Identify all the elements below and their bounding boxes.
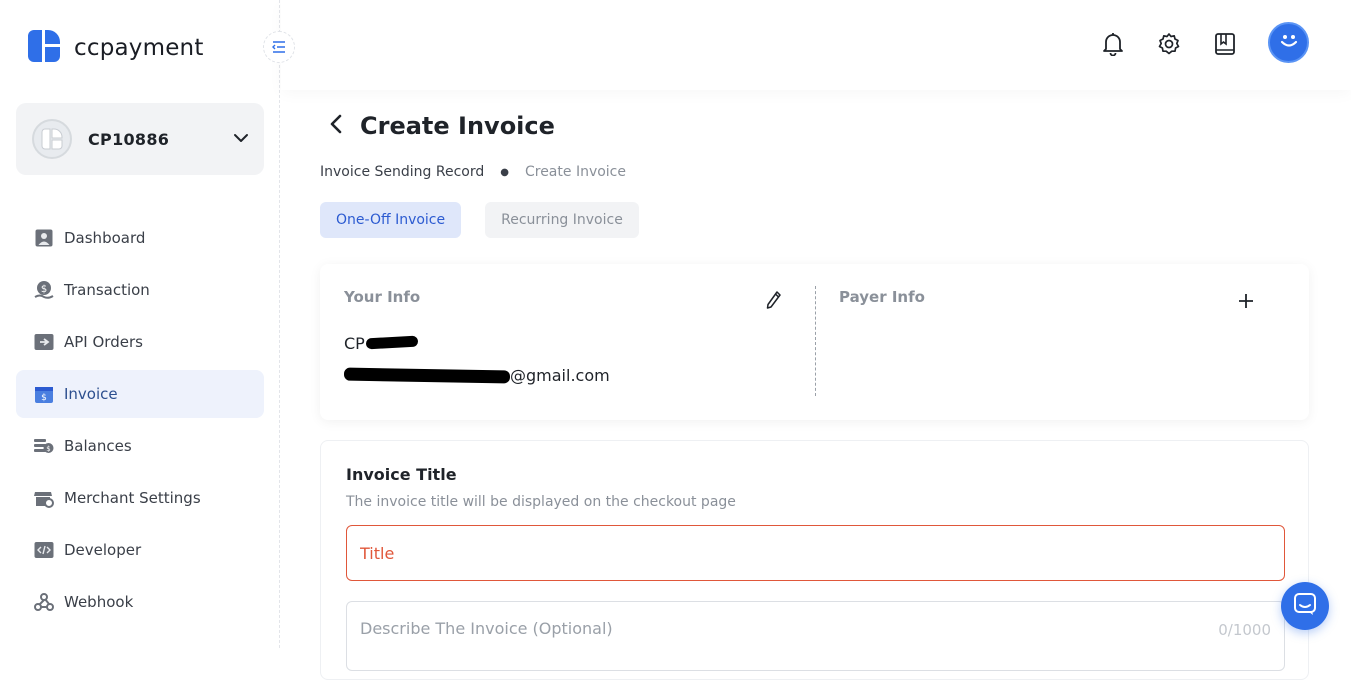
invoice-type-tabs: One-Off Invoice Recurring Invoice <box>320 202 663 238</box>
ccpayment-logo-icon <box>28 30 60 66</box>
dashboard-icon <box>34 228 54 248</box>
description-placeholder: Describe The Invoice (Optional) <box>360 619 613 638</box>
sidebar-collapse-button[interactable] <box>263 31 295 63</box>
info-card: Your Info CP @gmail.com Payer Info <box>320 264 1309 420</box>
breadcrumb: Invoice Sending Record ● Create Invoice <box>320 164 626 180</box>
sidebar-item-developer[interactable]: Developer <box>16 526 264 574</box>
your-info-heading: Your Info <box>344 288 421 306</box>
sidebar-nav: Dashboard $ Transaction API Orders $ Inv… <box>16 214 264 630</box>
redaction-mark <box>343 367 511 384</box>
breadcrumb-separator: ● <box>500 166 509 178</box>
payer-info-heading: Payer Info <box>839 288 925 306</box>
sidebar-item-label: API Orders <box>64 333 143 351</box>
page-header: Create Invoice <box>326 112 555 140</box>
sidebar-item-label: Dashboard <box>64 229 146 247</box>
user-avatar-icon <box>1276 28 1302 58</box>
brand-name: ccpayment <box>74 35 204 61</box>
sidebar-item-label: Merchant Settings <box>64 489 201 507</box>
balances-icon: $ <box>34 436 54 456</box>
invoice-title-card: Invoice Title The invoice title will be … <box>320 440 1309 680</box>
sidebar-item-label: Invoice <box>64 385 118 403</box>
sidebar-item-transaction[interactable]: $ Transaction <box>16 266 264 314</box>
sidebar-item-label: Transaction <box>64 281 150 299</box>
svg-text:$: $ <box>46 445 50 453</box>
user-avatar[interactable] <box>1268 22 1309 63</box>
sidebar-item-balances[interactable]: $ Balances <box>16 422 264 470</box>
breadcrumb-current: Create Invoice <box>524 164 626 180</box>
your-info-email: @gmail.com <box>510 366 610 385</box>
transaction-icon: $ <box>34 280 54 300</box>
sidebar-item-dashboard[interactable]: Dashboard <box>16 214 264 262</box>
sidebar-item-label: Balances <box>64 437 132 455</box>
info-divider <box>815 286 816 396</box>
invoice-title-label: Invoice Title <box>346 465 457 484</box>
description-char-count: 0/1000 <box>1218 621 1271 639</box>
invoice-description-field[interactable]: Describe The Invoice (Optional) 0/1000 <box>346 601 1285 671</box>
sidebar-item-api-orders[interactable]: API Orders <box>16 318 264 366</box>
add-payer-icon[interactable] <box>1238 293 1254 313</box>
support-chat-button[interactable] <box>1281 582 1329 630</box>
book-icon[interactable] <box>1212 30 1238 58</box>
sidebar-item-merchant-settings[interactable]: Merchant Settings <box>16 474 264 522</box>
back-arrow-icon[interactable] <box>326 112 346 140</box>
collapse-icon <box>272 38 286 57</box>
your-info-name: CP <box>344 334 365 353</box>
bell-icon[interactable] <box>1100 30 1126 58</box>
merchant-settings-icon <box>34 488 54 508</box>
chat-icon <box>1293 592 1317 620</box>
invoice-title-input[interactable] <box>346 525 1285 581</box>
sidebar-item-invoice[interactable]: $ Invoice <box>16 370 264 418</box>
sidebar-item-webhook[interactable]: Webhook <box>16 578 264 626</box>
chevron-down-icon[interactable] <box>232 129 250 151</box>
account-avatar <box>32 119 72 159</box>
svg-text:$: $ <box>41 393 47 403</box>
svg-text:$: $ <box>41 284 47 295</box>
webhook-icon <box>34 592 54 612</box>
invoice-title-hint: The invoice title will be displayed on t… <box>346 494 736 510</box>
sidebar-item-label: Webhook <box>64 593 134 611</box>
gear-icon[interactable] <box>1156 30 1182 58</box>
page-title: Create Invoice <box>360 112 555 140</box>
redaction-mark <box>365 335 419 350</box>
developer-icon <box>34 540 54 560</box>
account-id: CP10886 <box>88 129 170 149</box>
invoice-icon: $ <box>34 384 54 404</box>
api-orders-icon <box>34 332 54 352</box>
sidebar: ccpayment CP10886 Dashboard $ Transactio… <box>0 0 280 648</box>
brand-logo[interactable]: ccpayment <box>28 30 204 66</box>
breadcrumb-link-invoice-sending-record[interactable]: Invoice Sending Record <box>320 164 484 180</box>
tab-one-off-invoice[interactable]: One-Off Invoice <box>320 202 462 238</box>
tab-recurring-invoice[interactable]: Recurring Invoice <box>485 202 639 238</box>
top-bar <box>281 0 1351 90</box>
account-switcher[interactable]: CP10886 <box>16 103 264 175</box>
sidebar-item-label: Developer <box>64 541 142 559</box>
pencil-icon[interactable] <box>766 291 782 313</box>
